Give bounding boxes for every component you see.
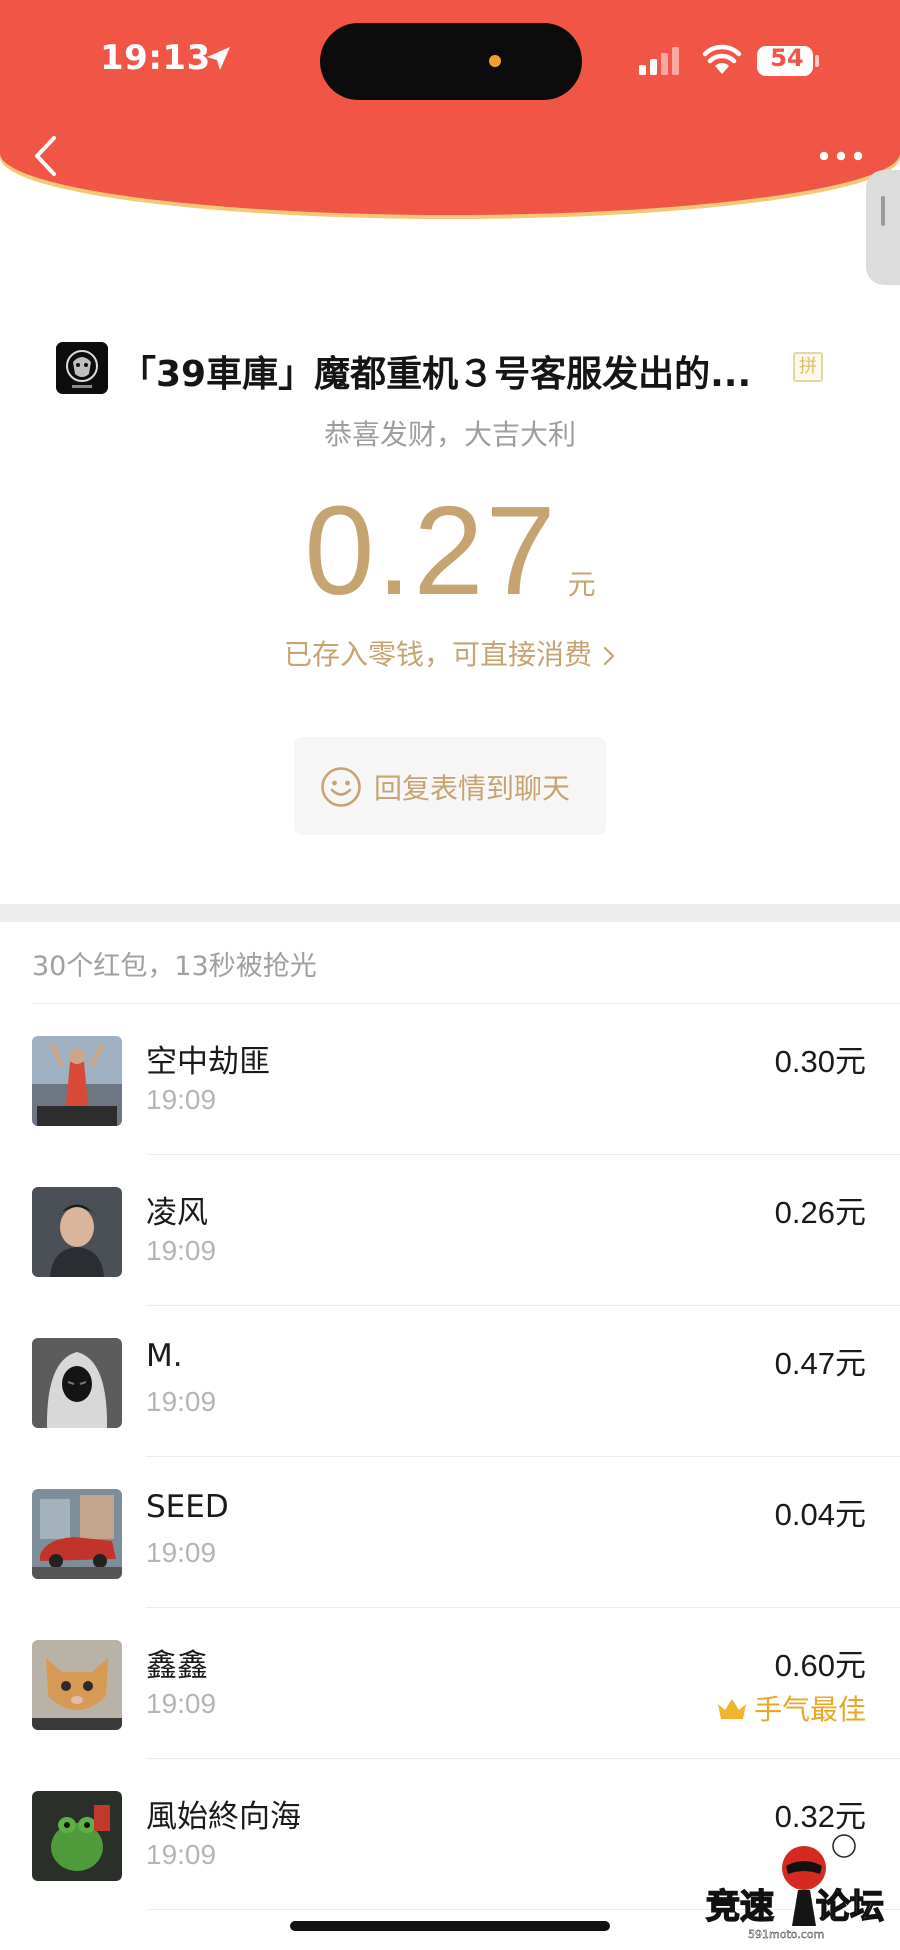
more-dots-icon[interactable]	[818, 150, 864, 162]
sender-title: 「39車庫」魔都重机３号客服发出的...	[120, 354, 752, 395]
receiver-row[interactable]: 凌风 19:09 0.26元	[0, 1155, 900, 1306]
receive-amount: 0.47元	[774, 1346, 866, 1381]
wifi-icon	[702, 44, 742, 74]
receive-amount: 0.04元	[774, 1497, 866, 1532]
smiley-face-icon	[321, 767, 361, 807]
crown-icon	[717, 1699, 746, 1719]
saved-to-wallet-link[interactable]: 已存入零钱，可直接消费	[0, 633, 900, 673]
receiver-row[interactable]: 空中劫匪 19:09 0.30元	[0, 1004, 900, 1155]
sender-avatar[interactable]	[56, 342, 108, 394]
dynamic-island	[320, 23, 582, 100]
receive-time: 19:09	[146, 1235, 217, 1266]
battery-level: 54	[770, 44, 804, 72]
cellular-signal-icon	[639, 47, 679, 75]
best-luck-label: 手气最佳	[753, 1693, 866, 1726]
best-luck-badge: 手气最佳	[716, 1688, 866, 1728]
section-divider	[0, 904, 900, 922]
receiver-name: 風始終向海	[146, 1799, 301, 1835]
receive-amount: 0.30元	[774, 1044, 866, 1079]
receiver-avatar	[32, 1036, 122, 1126]
receiver-row[interactable]: 鑫鑫 19:09 0.60元 手气最佳	[0, 1608, 900, 1759]
location-arrow-icon	[207, 47, 230, 70]
receive-time: 19:09	[146, 1386, 217, 1417]
packet-summary: 30个红包，13秒被抢光	[32, 951, 317, 982]
svg-text:竞速: 竞速	[706, 1887, 774, 1927]
floating-side-tab[interactable]	[866, 170, 900, 285]
receiver-avatar	[32, 1187, 122, 1277]
status-time: 19:13	[100, 38, 211, 78]
privacy-indicator-dot	[489, 55, 501, 67]
reply-button-label: 回复表情到聊天	[374, 772, 571, 805]
receiver-avatar	[32, 1640, 122, 1730]
greeting-message: 恭喜发财，大吉大利	[323, 418, 576, 451]
receiver-name: 鑫鑫	[146, 1648, 208, 1684]
receiver-name: M.	[146, 1338, 183, 1374]
forum-watermark-logo: 竞速 论坛 591moto.com	[705, 1834, 885, 1941]
receiver-name: 凌风	[146, 1195, 208, 1231]
amount-unit: 元	[567, 568, 596, 601]
receiver-name: 空中劫匪	[146, 1044, 270, 1080]
receiver-avatar	[32, 1489, 122, 1579]
receive-time: 19:09	[146, 1537, 217, 1568]
saved-note-text: 已存入零钱，可直接消费	[283, 638, 592, 671]
receiver-avatar	[32, 1338, 122, 1428]
receive-time: 19:09	[146, 1084, 217, 1115]
received-amount-row: 0.27 元	[0, 478, 900, 623]
svg-text:591moto.com: 591moto.com	[748, 1928, 824, 1941]
receiver-name: SEED	[146, 1489, 229, 1525]
svg-text:论坛: 论坛	[816, 1887, 884, 1927]
home-indicator[interactable]	[290, 1921, 610, 1931]
chevron-right-icon	[603, 646, 615, 666]
receiver-row[interactable]: M. 19:09 0.47元	[0, 1306, 900, 1457]
reply-sticker-button[interactable]: 回复表情到聊天	[294, 737, 606, 835]
group-packet-badge: 拼	[793, 352, 823, 382]
receive-amount: 0.60元	[774, 1648, 866, 1683]
lion-logo-icon	[56, 342, 108, 394]
receive-amount: 0.26元	[774, 1195, 866, 1230]
receiver-avatar	[32, 1791, 122, 1881]
receiver-row[interactable]: SEED 19:09 0.04元	[0, 1457, 900, 1608]
received-amount: 0.27	[304, 480, 558, 621]
receive-time: 19:09	[146, 1688, 217, 1719]
chevron-left-icon[interactable]	[28, 133, 62, 179]
receive-time: 19:09	[146, 1839, 217, 1870]
